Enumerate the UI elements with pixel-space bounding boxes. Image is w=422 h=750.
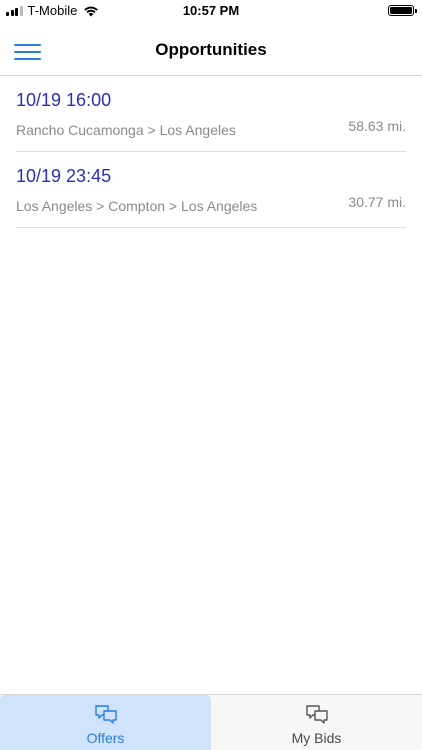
- chat-bubbles-icon: [305, 705, 328, 724]
- app-screen: T-Mobile 10:57 PM Opportunities 10/19 16…: [0, 0, 422, 750]
- nav-bar: Opportunities: [0, 22, 422, 76]
- tab-bar: Offers My Bids: [0, 694, 422, 750]
- opportunity-time: 10/19 16:00: [16, 90, 112, 110]
- chat-bubbles-icon: [94, 705, 117, 724]
- page-title: Opportunities: [155, 40, 267, 59]
- opportunities-list: 10/19 16:00 Rancho Cucamonga > Los Angel…: [0, 76, 422, 228]
- status-time: 10:57 PM: [182, 3, 240, 18]
- opportunity-route: Rancho Cucamonga > Los Angeles: [16, 122, 236, 138]
- opportunity-distance: 30.77 mi.: [348, 194, 406, 210]
- opportunity-route: Los Angeles > Compton > Los Angeles: [16, 198, 258, 214]
- status-bar: T-Mobile 10:57 PM: [0, 0, 422, 22]
- list-item[interactable]: 10/19 16:00 Rancho Cucamonga > Los Angel…: [16, 76, 406, 152]
- tab-label: My Bids: [291, 730, 342, 746]
- opportunity-time: 10/19 23:45: [16, 166, 112, 186]
- battery-icon: [388, 5, 417, 16]
- list-item[interactable]: 10/19 23:45 Los Angeles > Compton > Los …: [16, 152, 406, 228]
- tab-label: Offers: [86, 730, 125, 746]
- opportunity-distance: 58.63 mi.: [348, 118, 406, 134]
- tab-my-bids[interactable]: My Bids: [211, 695, 422, 750]
- tab-offers[interactable]: Offers: [0, 695, 211, 750]
